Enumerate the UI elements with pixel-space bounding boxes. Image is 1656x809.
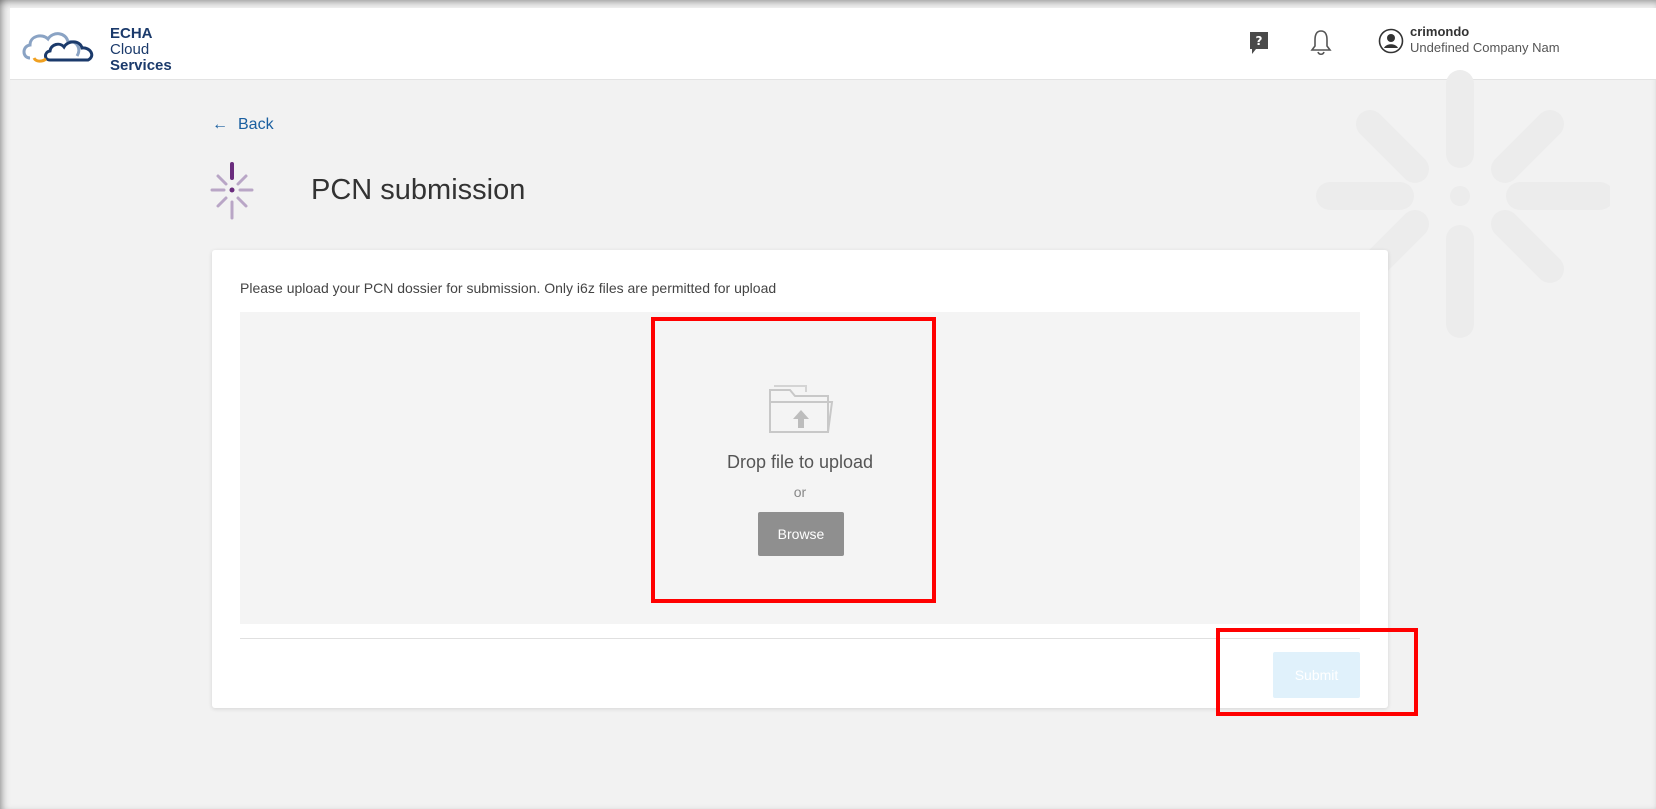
upload-card: Please upload your PCN dossier for submi… xyxy=(212,250,1388,708)
echa-logo[interactable]: ECHA Cloud Services xyxy=(20,26,210,74)
upload-instruction: Please upload your PCN dossier for submi… xyxy=(240,280,777,296)
cloud-logo-icon xyxy=(22,32,94,63)
file-dropzone[interactable]: Drop file to upload or Browse xyxy=(240,312,1360,624)
help-icon[interactable]: ? xyxy=(1248,30,1270,56)
app-window: ECHA Cloud Services ? crimondo Undefined… xyxy=(0,0,1656,809)
user-company: Undefined Company Nam xyxy=(1410,40,1560,55)
bell-icon[interactable] xyxy=(1310,28,1332,56)
arrow-left-icon: ← xyxy=(212,116,228,133)
logo-line1: ECHA xyxy=(110,25,153,42)
logo-text: ECHA Cloud Services xyxy=(110,26,210,74)
card-divider xyxy=(240,638,1360,639)
or-label: or xyxy=(793,484,807,500)
pcn-logo-icon xyxy=(210,162,254,220)
back-label: Back xyxy=(238,116,274,133)
svg-text:?: ? xyxy=(1256,34,1263,48)
logo-line2: Cloud Services xyxy=(110,42,210,74)
user-name: crimondo xyxy=(1410,24,1470,39)
user-avatar-icon[interactable] xyxy=(1378,28,1404,54)
browse-button[interactable]: Browse xyxy=(758,512,844,556)
back-link[interactable]: ← Back xyxy=(212,116,274,134)
folder-upload-icon xyxy=(769,385,834,433)
submit-button[interactable]: Submit xyxy=(1273,652,1360,698)
logo-line2-a: Cloud xyxy=(110,41,150,58)
drop-label: Drop file to upload xyxy=(726,452,874,472)
user-menu[interactable]: crimondo Undefined Company Nam xyxy=(1410,24,1560,56)
logo-line2-b: Services xyxy=(110,57,172,74)
page-title: PCN submission xyxy=(311,174,526,206)
